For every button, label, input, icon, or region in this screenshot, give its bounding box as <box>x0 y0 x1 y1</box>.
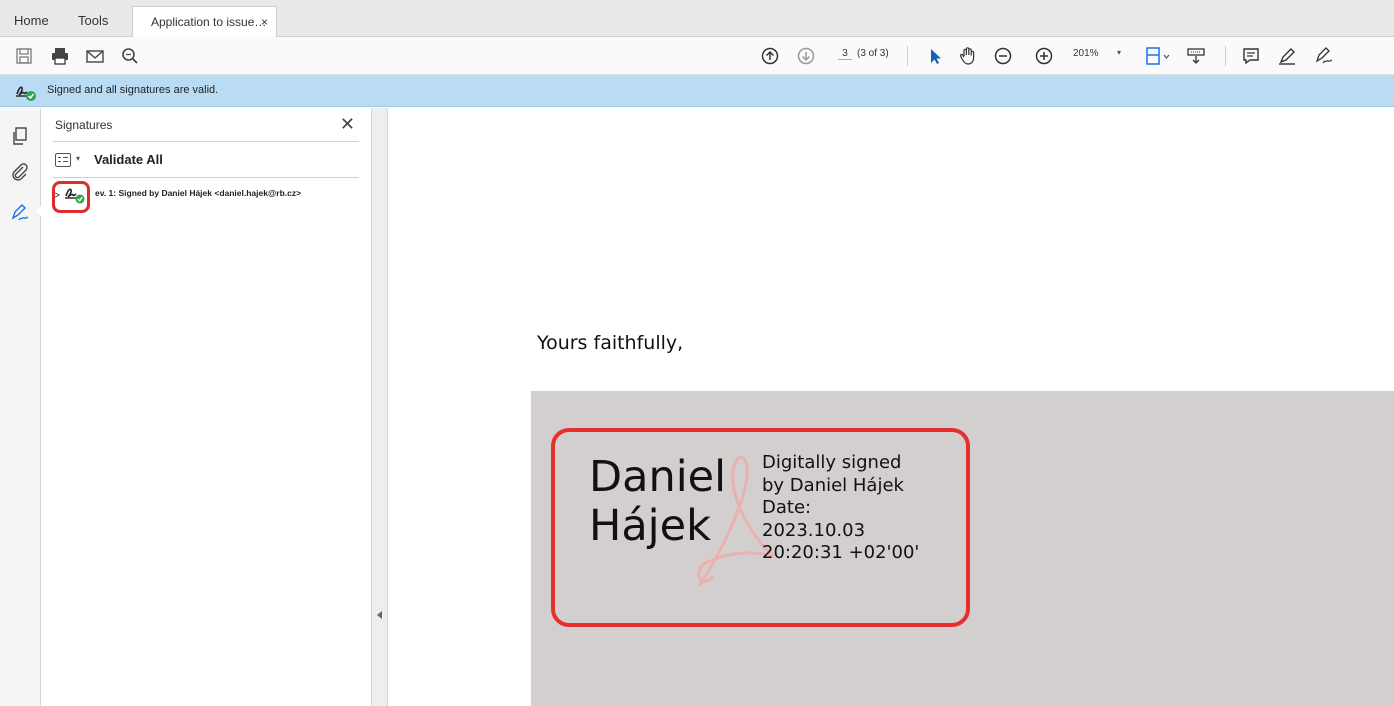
hand-icon[interactable] <box>957 45 979 67</box>
fit-page-icon[interactable] <box>1143 45 1173 67</box>
annotation-highlight <box>52 181 90 213</box>
tab-home[interactable]: Home <box>14 6 49 36</box>
tab-tools[interactable]: Tools <box>78 6 108 36</box>
toolbar: 3 (3 of 3) 201% ▾ <box>0 37 1394 75</box>
navigation-rail <box>0 108 42 706</box>
tab-document[interactable]: Application to issue… × <box>132 6 277 37</box>
closing-text: Yours faithfully, <box>537 332 684 354</box>
tab-document-label: Application to issue… <box>151 15 267 29</box>
acrobat-window: Home Tools Application to issue… × 3 (3 … <box>0 0 1394 706</box>
pages-icon[interactable] <box>10 126 32 148</box>
page-down-icon[interactable] <box>795 45 817 67</box>
annotation-highlight <box>551 428 970 627</box>
signature-field[interactable]: Daniel Hájek Digitally signed by Daniel … <box>531 391 1394 706</box>
signature-list-item[interactable]: > ev. 1: Signed by Daniel Hájek <daniel.… <box>49 181 369 213</box>
page-number-input[interactable]: 3 <box>838 48 852 60</box>
validate-all-button[interactable]: Validate All <box>94 152 163 167</box>
tab-close-icon[interactable]: × <box>261 7 268 37</box>
save-icon[interactable] <box>13 45 35 67</box>
signature-item-label: ev. 1: Signed by Daniel Hájek <daniel.ha… <box>95 188 302 198</box>
page-up-icon[interactable] <box>759 45 781 67</box>
comment-icon[interactable] <box>1240 45 1262 67</box>
options-menu-icon[interactable] <box>55 153 71 167</box>
search-icon[interactable] <box>119 45 141 67</box>
document-view: Yours faithfully, Daniel Hájek Digitally… <box>389 108 1394 706</box>
signatures-panel: Signatures ✕ ▾ Validate All > ev. 1: Sig… <box>41 108 372 706</box>
sign-icon[interactable] <box>1313 45 1335 67</box>
attachment-icon[interactable] <box>10 162 32 184</box>
chevron-down-icon[interactable]: ▾ <box>76 154 80 163</box>
tab-bar: Home Tools Application to issue… × <box>0 0 1394 37</box>
validate-all-row: ▾ Validate All <box>55 151 355 171</box>
zoom-value: 201% <box>1073 48 1099 59</box>
email-icon[interactable] <box>84 45 106 67</box>
chevron-down-icon: ▾ <box>1117 48 1122 57</box>
collapse-arrow-icon <box>377 611 382 619</box>
panel-divider <box>53 177 359 178</box>
signature-status-banner: Signed and all signatures are valid. <box>0 75 1394 107</box>
select-cursor-icon[interactable] <box>924 45 946 67</box>
panel-collapse-handle[interactable] <box>372 108 388 706</box>
close-icon[interactable]: ✕ <box>340 114 355 135</box>
signature-valid-icon <box>16 86 36 101</box>
zoom-out-icon[interactable] <box>992 45 1014 67</box>
page-count-label: (3 of 3) <box>857 48 889 59</box>
signature-status-text: Signed and all signatures are valid. <box>47 84 219 96</box>
signature-panel-icon[interactable] <box>10 203 32 225</box>
zoom-dropdown[interactable]: 201% ▾ <box>1073 48 1128 59</box>
read-mode-icon[interactable] <box>1185 45 1207 67</box>
print-icon[interactable] <box>49 45 71 67</box>
panel-divider <box>53 141 359 142</box>
panel-title: Signatures <box>55 118 113 132</box>
zoom-in-icon[interactable] <box>1033 45 1055 67</box>
toolbar-divider <box>1225 46 1226 66</box>
toolbar-divider <box>907 46 908 66</box>
highlight-pen-icon[interactable] <box>1276 45 1298 67</box>
